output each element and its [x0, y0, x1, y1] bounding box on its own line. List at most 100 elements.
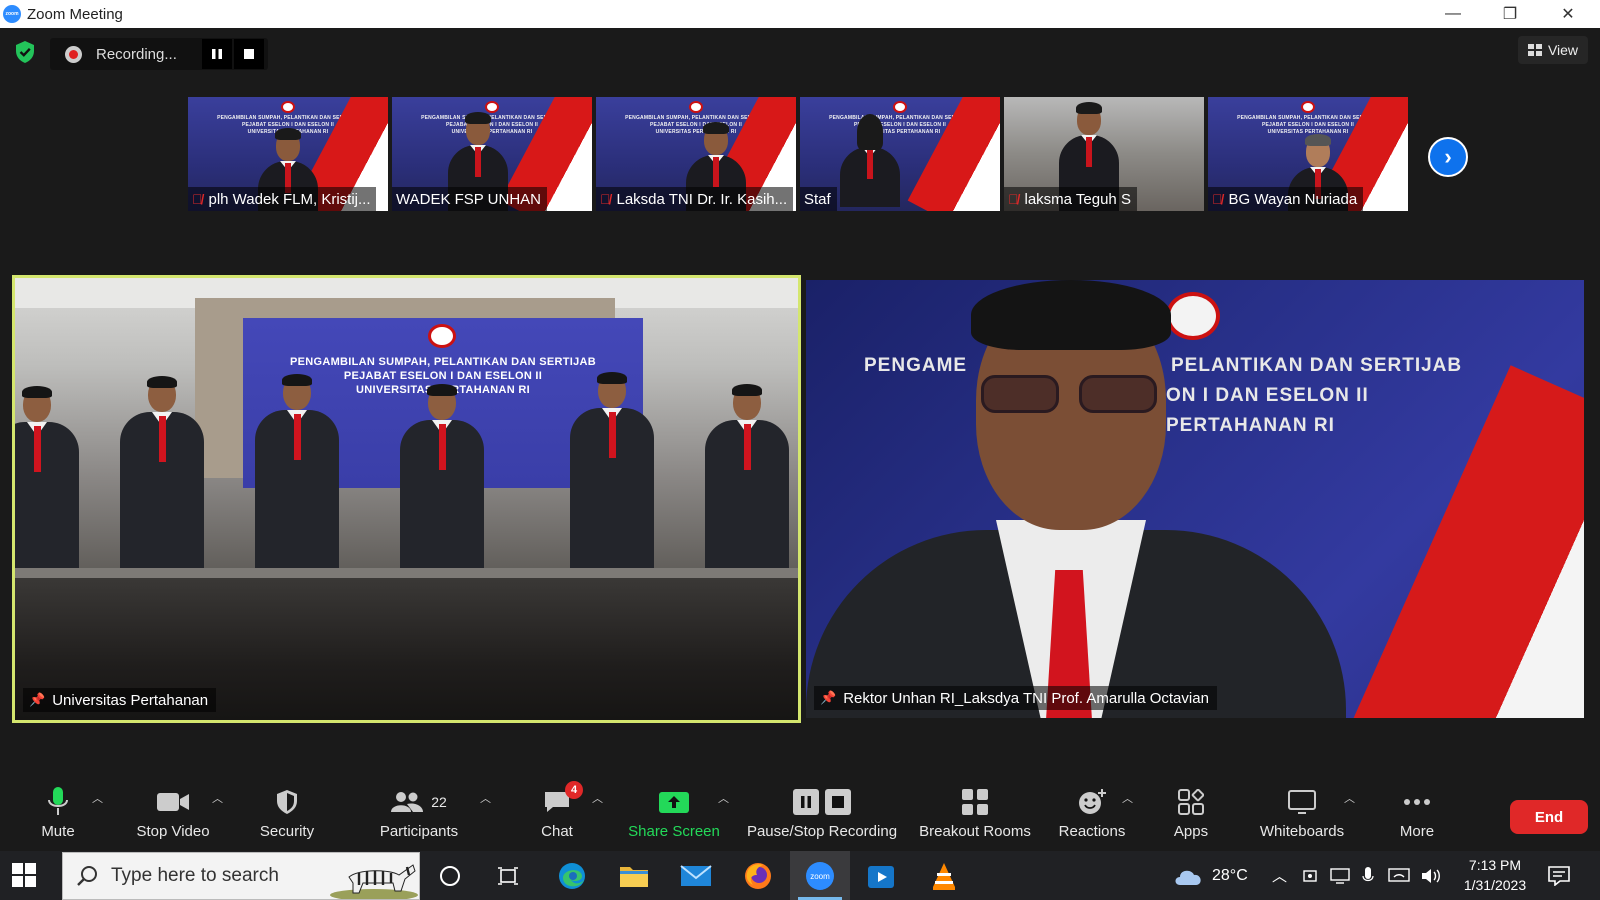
more-button[interactable]: More	[1394, 778, 1440, 846]
task-view-icon[interactable]	[478, 851, 538, 900]
participant-video	[448, 109, 508, 211]
apps-label: Apps	[1173, 823, 1209, 840]
mic-muted-icon: 🎙̸	[1212, 191, 1223, 207]
participant-thumbnail[interactable]: PENGAMBILAN SUMPAH, PELANTIKAN DAN SERTI…	[1208, 97, 1408, 211]
clock-date: 1/31/2023	[1463, 877, 1527, 893]
mute-label: Mute	[41, 823, 75, 840]
whiteboards-label: Whiteboards	[1259, 823, 1345, 840]
pause-recording-icon	[793, 789, 819, 815]
pin-icon: 📌	[29, 692, 46, 707]
mic-muted-icon: 🎙̸	[1008, 191, 1019, 207]
participants-options-chevron-icon[interactable]: ︿	[480, 790, 491, 806]
participant-thumbnail[interactable]: PENGAMBILAN SUMPAH, PELANTIKAN DAN SERTI…	[596, 97, 796, 211]
chat-unread-badge: 4	[565, 781, 583, 799]
pin-icon: 📌	[820, 690, 837, 705]
participant-name-label: 📌 Rektor Unhan RI_Laksdya TNI Prof. Amar…	[814, 686, 1217, 710]
zoom-taskbar-icon[interactable]: zoom	[790, 851, 850, 900]
more-ellipsis-icon	[1404, 799, 1430, 805]
search-input[interactable]	[111, 865, 321, 887]
vlc-player-icon[interactable]	[914, 851, 974, 900]
participant-name-label: Staf	[800, 187, 837, 211]
taskbar-search-box[interactable]	[62, 852, 420, 900]
participant-video	[840, 111, 900, 207]
view-button[interactable]: View	[1518, 36, 1588, 64]
university-crest-icon	[689, 101, 703, 113]
microphone-tray-icon[interactable]	[1362, 851, 1374, 900]
windows-taskbar: zoom 28°C ︿ 7:13 PM 1/31/2023	[0, 851, 1600, 900]
edge-browser-icon[interactable]	[542, 851, 602, 900]
cortana-icon[interactable]	[420, 851, 480, 900]
show-hidden-icons-chevron-icon[interactable]: ︿	[1272, 851, 1287, 900]
window-titlebar: zoom Zoom Meeting — ❐ ✕	[0, 0, 1600, 28]
close-button[interactable]: ✕	[1540, 0, 1596, 28]
end-meeting-button[interactable]: End	[1510, 800, 1588, 834]
participant-name-label: 🎙̸ laksma Teguh S	[1004, 187, 1137, 211]
weather-temperature: 28°C	[1212, 866, 1248, 884]
tray-meet-now-icon[interactable]	[1302, 851, 1318, 900]
file-explorer-icon[interactable]	[604, 851, 664, 900]
video-camera-icon	[157, 793, 189, 811]
banner-line: PENGAMBILAN SUMPAH, PELANTIKAN DAN SERTI…	[289, 356, 597, 368]
breakout-rooms-button[interactable]: Breakout Rooms	[914, 778, 1036, 846]
pause-stop-recording-button[interactable]: Pause/Stop Recording	[744, 778, 900, 846]
video-tile-rektor[interactable]: PENGAME PELANTIKAN DAN SERTIJAB ON I DAN…	[806, 280, 1584, 718]
breakout-rooms-icon	[962, 789, 988, 815]
pause-recording-button[interactable]	[202, 39, 232, 69]
mail-icon[interactable]	[666, 851, 726, 900]
system-clock[interactable]: 7:13 PM 1/31/2023	[1450, 855, 1540, 895]
university-crest-icon	[428, 324, 456, 348]
encryption-shield-icon[interactable]	[14, 40, 36, 64]
participant-thumbnail[interactable]: PENGAMBILAN SUMPAH, PELANTIKAN DAN SERTI…	[800, 97, 1000, 211]
mute-button[interactable]: Mute	[30, 778, 86, 846]
view-label: View	[1547, 42, 1579, 58]
whiteboards-button[interactable]: Whiteboards	[1256, 778, 1348, 846]
reactions-label: Reactions	[1058, 823, 1126, 840]
participants-button[interactable]: 22 Participants	[372, 778, 466, 846]
security-button[interactable]: Security	[252, 778, 322, 846]
participants-count: 22	[431, 794, 447, 810]
participant-video	[1059, 99, 1119, 211]
next-page-button[interactable]: ›	[1428, 137, 1468, 177]
video-options-chevron-icon[interactable]: ︿	[212, 790, 223, 806]
recording-indicator: Recording...	[50, 38, 268, 70]
whiteboards-options-chevron-icon[interactable]: ︿	[1344, 790, 1355, 806]
network-icon[interactable]	[1330, 851, 1350, 900]
stop-icon	[244, 49, 254, 59]
video-tile-universitas-pertahanan[interactable]: PENGAMBILAN SUMPAH, PELANTIKAN DAN SERTI…	[12, 275, 801, 723]
reactions-options-chevron-icon[interactable]: ︿	[1122, 790, 1133, 806]
chat-label: Chat	[541, 823, 573, 840]
breakout-rooms-label: Breakout Rooms	[919, 823, 1031, 840]
participant-thumbnail[interactable]: 🎙̸ laksma Teguh S	[1004, 97, 1204, 211]
chat-options-chevron-icon[interactable]: ︿	[592, 790, 603, 806]
pause-stop-recording-label: Pause/Stop Recording	[746, 823, 898, 840]
wifi-icon[interactable]	[1388, 851, 1410, 900]
firefox-icon[interactable]	[728, 851, 788, 900]
volume-icon[interactable]	[1420, 851, 1442, 900]
stop-video-button[interactable]: Stop Video	[130, 778, 216, 846]
windows-start-icon[interactable]	[12, 863, 36, 887]
audio-options-chevron-icon[interactable]: ︿	[92, 790, 103, 806]
share-options-chevron-icon[interactable]: ︿	[718, 790, 729, 806]
notifications-icon[interactable]	[1548, 851, 1570, 900]
reactions-button[interactable]: Reactions	[1056, 778, 1128, 846]
participant-thumbnail-strip: PENGAMBILAN SUMPAH, PELANTIKAN DAN SERTI…	[188, 97, 1408, 211]
stop-recording-icon	[825, 789, 851, 815]
clock-time: 7:13 PM	[1468, 857, 1522, 873]
participant-thumbnail[interactable]: PENGAMBILAN SUMPAH, PELANTIKAN DAN SERTI…	[188, 97, 388, 211]
media-player-icon[interactable]	[852, 851, 912, 900]
stop-recording-button[interactable]	[234, 39, 264, 69]
share-screen-button[interactable]: Share Screen	[624, 778, 724, 846]
participant-name-label: WADEK FSP UNHAN	[392, 187, 548, 211]
weather-widget[interactable]: 28°C	[1172, 851, 1248, 900]
participants-label: Participants	[379, 823, 459, 840]
apps-icon	[1178, 789, 1204, 815]
minimize-button[interactable]: —	[1425, 0, 1481, 28]
apps-button[interactable]: Apps	[1168, 778, 1214, 846]
reactions-smiley-icon	[1079, 789, 1106, 814]
chevron-right-icon: ›	[1444, 144, 1452, 169]
more-label: More	[1399, 823, 1435, 840]
security-shield-icon	[277, 790, 297, 814]
chat-button[interactable]: 4 Chat	[530, 778, 584, 846]
restore-button[interactable]: ❐	[1482, 0, 1538, 28]
participant-thumbnail[interactable]: PENGAMBILAN SUMPAH, PELANTIKAN DAN SERTI…	[392, 97, 592, 211]
